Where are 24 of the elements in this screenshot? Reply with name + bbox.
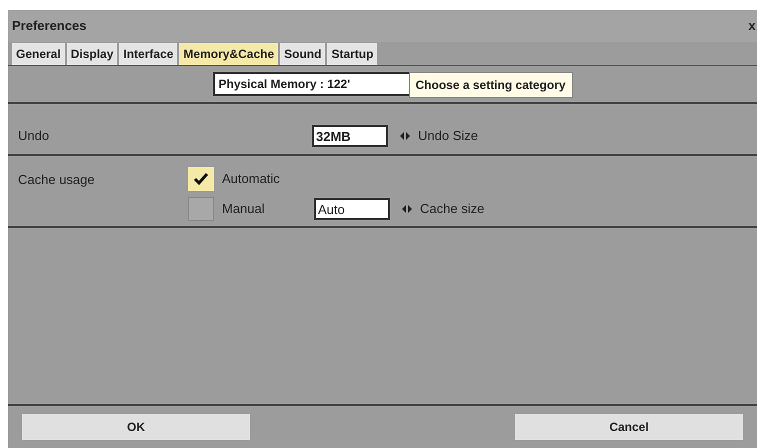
tab[interactable]: Startup bbox=[327, 43, 378, 65]
dialog-button[interactable]: Cancel bbox=[515, 414, 743, 440]
cache-size-label: Cache size bbox=[420, 200, 484, 218]
tab[interactable]: Display bbox=[66, 43, 118, 65]
undo-label: Undo bbox=[18, 127, 50, 146]
checkbox[interactable] bbox=[188, 197, 214, 221]
window-title: Preferences bbox=[12, 17, 86, 36]
tooltip: Choose a setting category bbox=[408, 72, 573, 98]
spinner-arrows-icon[interactable] bbox=[400, 132, 410, 140]
cache-size-field[interactable]: Auto bbox=[314, 198, 390, 220]
dialog-button[interactable]: OK bbox=[22, 414, 250, 440]
checkbox-label: Automatic bbox=[222, 170, 281, 188]
close-button[interactable]: x bbox=[747, 16, 757, 36]
checkbox-label: Manual bbox=[222, 200, 266, 218]
tab[interactable]: Memory&Cache bbox=[179, 43, 278, 65]
check-icon bbox=[193, 172, 209, 186]
tab[interactable]: General bbox=[12, 43, 65, 65]
undo-size-field[interactable]: 32MB bbox=[312, 125, 388, 147]
checkbox[interactable] bbox=[188, 167, 214, 191]
cache-usage-label: Cache usage bbox=[18, 171, 96, 189]
spinner-arrows-icon[interactable] bbox=[402, 205, 412, 213]
undo-size-label: Undo Size bbox=[418, 127, 478, 146]
tab[interactable]: Interface bbox=[119, 43, 178, 65]
tab[interactable]: Sound bbox=[280, 43, 326, 65]
